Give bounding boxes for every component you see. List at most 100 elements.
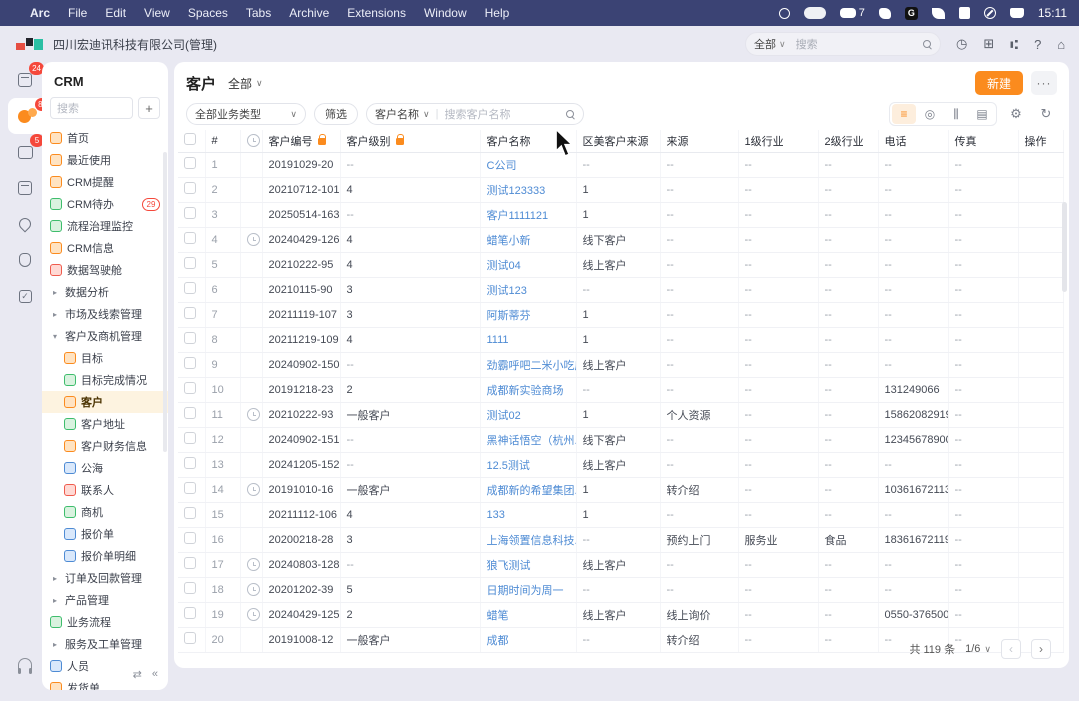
chat-pill-icon[interactable] bbox=[804, 7, 826, 19]
sidebar-item-服务及工单管理[interactable]: ▸服务及工单管理 bbox=[42, 633, 168, 655]
customer-name-link[interactable]: 成都新的希望集团... bbox=[487, 485, 577, 497]
sidebar-item-数据驾驶舱[interactable]: 数据驾驶舱 bbox=[42, 259, 168, 281]
row-checkbox[interactable] bbox=[184, 532, 196, 544]
sidebar-item-产品管理[interactable]: ▸产品管理 bbox=[42, 589, 168, 611]
column-header-操作[interactable]: 操作 bbox=[1018, 130, 1063, 152]
row-checkbox[interactable] bbox=[184, 607, 196, 619]
more-actions-button[interactable]: ··· bbox=[1031, 71, 1057, 95]
business-type-filter-dropdown[interactable]: 全部业务类型∨ bbox=[186, 103, 306, 125]
column-header-1级行业[interactable]: 1级行业 bbox=[738, 130, 818, 152]
customer-name-link[interactable]: 阿斯蒂芬 bbox=[487, 310, 531, 322]
next-page-button[interactable]: › bbox=[1031, 639, 1051, 659]
box-icon[interactable] bbox=[959, 7, 970, 19]
row-checkbox[interactable] bbox=[184, 182, 196, 194]
row-checkbox[interactable] bbox=[184, 457, 196, 469]
customer-name-link[interactable]: 12.5测试 bbox=[487, 460, 530, 472]
menubar-item-help[interactable]: Help bbox=[485, 6, 510, 20]
board-view-icon[interactable]: ▤ bbox=[970, 104, 994, 124]
row-checkbox[interactable] bbox=[184, 307, 196, 319]
rail-item-badge[interactable] bbox=[8, 242, 42, 278]
search-scope-dropdown[interactable]: 全部∨ bbox=[754, 36, 786, 52]
sidebar-item-目标完成情况[interactable]: 目标完成情况 bbox=[42, 369, 168, 391]
sidebar-item-市场及线索管理[interactable]: ▸市场及线索管理 bbox=[42, 303, 168, 325]
claw-icon[interactable] bbox=[879, 8, 891, 19]
pinwheel-icon[interactable] bbox=[984, 7, 996, 19]
sidebar-item-客户[interactable]: 客户 bbox=[42, 391, 168, 413]
sidebar-item-商机[interactable]: 商机 bbox=[42, 501, 168, 523]
customer-name-link[interactable]: 1111 bbox=[487, 334, 509, 346]
rail-item-workbench[interactable]: 5 bbox=[8, 134, 42, 170]
column-header-客户编号[interactable]: 客户编号 bbox=[262, 130, 340, 152]
sidebar-item-客户财务信息[interactable]: 客户财务信息 bbox=[42, 435, 168, 457]
rail-item-approvals[interactable]: 24 bbox=[8, 62, 42, 98]
sidebar-item-首页[interactable]: 首页 bbox=[42, 127, 168, 149]
menubar-item-archive[interactable]: Archive bbox=[289, 6, 329, 20]
column-header-传真[interactable]: 传真 bbox=[948, 130, 1018, 152]
select-all-checkbox[interactable] bbox=[184, 133, 196, 145]
game-controller-icon[interactable]: 7 bbox=[840, 7, 865, 19]
row-checkbox[interactable] bbox=[184, 357, 196, 369]
customer-name-link[interactable]: 蜡笔 bbox=[487, 610, 509, 622]
column-header-电话[interactable]: 电话 bbox=[878, 130, 948, 152]
column-header-2级行业[interactable]: 2级行业 bbox=[818, 130, 878, 152]
customer-name-link[interactable]: 日期时间为周一 bbox=[487, 585, 564, 597]
sidebar-item-目标[interactable]: 目标 bbox=[42, 347, 168, 369]
sort-icon[interactable]: ⇄ bbox=[133, 668, 142, 688]
row-checkbox[interactable] bbox=[184, 507, 196, 519]
menubar-item-spaces[interactable]: Spaces bbox=[188, 6, 228, 20]
sidebar-item-联系人[interactable]: 联系人 bbox=[42, 479, 168, 501]
prev-page-button[interactable]: ‹ bbox=[1001, 639, 1021, 659]
row-checkbox[interactable] bbox=[184, 257, 196, 269]
rail-item-location[interactable] bbox=[8, 206, 42, 242]
view-selector-dropdown[interactable]: 全部∨ bbox=[228, 75, 263, 92]
filter-button[interactable]: 筛选 bbox=[314, 103, 358, 125]
help-icon[interactable]: ? bbox=[1034, 37, 1041, 52]
rail-item-tasks[interactable]: ✓ bbox=[8, 278, 42, 314]
refresh-icon[interactable]: ↻ bbox=[1035, 103, 1057, 125]
page-size-dropdown[interactable]: 1/6∨ bbox=[965, 643, 991, 655]
sidebar-item-流程治理监控[interactable]: 流程治理监控 bbox=[42, 215, 168, 237]
row-checkbox[interactable] bbox=[184, 207, 196, 219]
global-search-input[interactable]: 全部∨ 搜索 bbox=[745, 32, 941, 56]
menubar-item-edit[interactable]: Edit bbox=[105, 6, 126, 20]
customer-name-link[interactable]: 成都新实验商场 bbox=[487, 385, 564, 397]
customer-name-link[interactable]: 测试123333 bbox=[487, 185, 546, 197]
app-grid-icon[interactable]: ⊞ bbox=[983, 36, 994, 52]
sidebar-item-客户地址[interactable]: 客户地址 bbox=[42, 413, 168, 435]
menubar-item-window[interactable]: Window bbox=[424, 6, 467, 20]
record-icon[interactable] bbox=[779, 8, 790, 19]
row-checkbox[interactable] bbox=[184, 232, 196, 244]
sidebar-search-input[interactable]: 搜索 bbox=[50, 97, 133, 119]
customer-name-link[interactable]: 测试123 bbox=[487, 285, 527, 297]
customer-name-link[interactable]: 客户1111121 bbox=[487, 210, 549, 222]
row-checkbox[interactable] bbox=[184, 157, 196, 169]
phone-icon[interactable] bbox=[1010, 8, 1024, 18]
sidebar-item-业务流程[interactable]: 业务流程 bbox=[42, 611, 168, 633]
row-checkbox[interactable] bbox=[184, 407, 196, 419]
menubar-item-arc[interactable]: Arc bbox=[30, 6, 50, 20]
sidebar-item-公海[interactable]: 公海 bbox=[42, 457, 168, 479]
collapse-icon[interactable]: « bbox=[152, 668, 158, 688]
kanban-view-icon[interactable]: ⫼ bbox=[944, 104, 968, 124]
clock-icon[interactable]: ◷ bbox=[956, 36, 967, 52]
menubar-item-tabs[interactable]: Tabs bbox=[246, 6, 271, 20]
customer-name-link[interactable]: 上海领置信息科技... bbox=[487, 535, 577, 547]
bird-icon[interactable] bbox=[932, 8, 945, 19]
sidebar-item-客户及商机管理[interactable]: ▾客户及商机管理 bbox=[42, 325, 168, 347]
sidebar-item-CRM提醒[interactable]: CRM提醒 bbox=[42, 171, 168, 193]
column-header-flag[interactable] bbox=[240, 130, 262, 152]
customer-name-link[interactable]: C公司 bbox=[487, 160, 517, 172]
g-badge-icon[interactable]: G bbox=[905, 7, 918, 20]
menubar-item-extensions[interactable]: Extensions bbox=[347, 6, 406, 20]
customer-name-link[interactable]: 狼飞测试 bbox=[487, 560, 531, 572]
menubar-item-file[interactable]: File bbox=[68, 6, 87, 20]
column-header-#[interactable]: # bbox=[205, 130, 240, 152]
column-header-来源[interactable]: 来源 bbox=[660, 130, 738, 152]
sidebar-item-报价单明细[interactable]: 报价单明细 bbox=[42, 545, 168, 567]
customer-name-link[interactable]: 黑神话悟空（杭州... bbox=[487, 435, 577, 447]
rail-item-calendar[interactable] bbox=[8, 170, 42, 206]
customer-name-link[interactable]: 测试02 bbox=[487, 410, 521, 422]
sidebar-item-报价单[interactable]: 报价单 bbox=[42, 523, 168, 545]
support-headset-icon[interactable] bbox=[8, 658, 42, 678]
row-checkbox[interactable] bbox=[184, 582, 196, 594]
